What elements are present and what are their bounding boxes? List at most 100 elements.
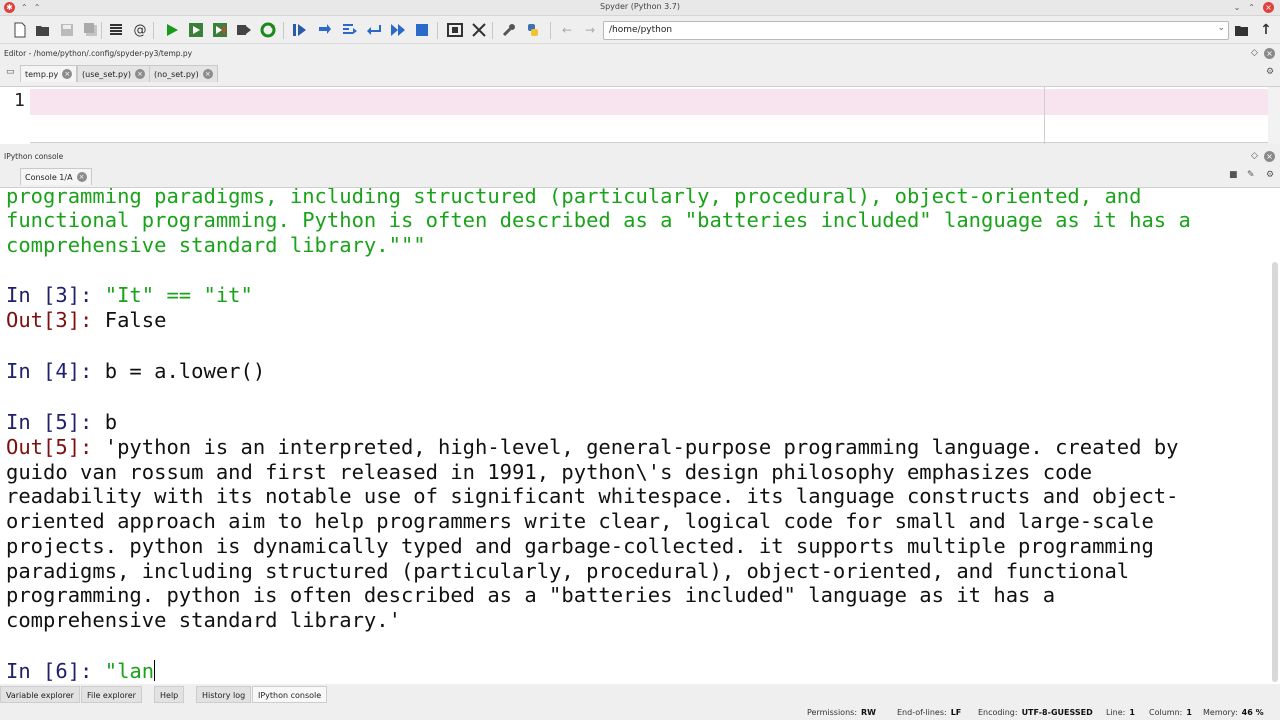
console-tab-bar: Console 1/A × ■ ✎ ⚙ <box>0 167 1280 186</box>
status-value: LF <box>950 708 962 717</box>
in-prompt: In [4]: <box>6 359 105 383</box>
close-window-icon[interactable]: × <box>1263 2 1274 13</box>
tab-history-log[interactable]: History log <box>196 686 252 703</box>
editor-header-title: Editor - /home/python/.config/spyder-py3… <box>4 49 193 58</box>
in-prompt: In [3]: <box>6 283 105 307</box>
tab-no-set-py[interactable]: (no_set.py) × <box>149 65 218 82</box>
console-pane-header: IPython console ◇ × <box>0 149 1280 164</box>
editor-scrollbar[interactable] <box>1268 87 1280 144</box>
output-value: 'python is an interpreted, high-level, g… <box>104 435 1179 459</box>
status-value: 1 <box>1186 708 1192 717</box>
close-tab-icon[interactable]: × <box>76 172 87 182</box>
tab-label: (no_set.py) <box>154 69 199 79</box>
step-return-icon[interactable] <box>365 21 383 39</box>
new-file-icon[interactable] <box>11 21 29 39</box>
maximize-icon[interactable]: ⌃ <box>1248 2 1255 13</box>
run-cell-icon[interactable] <box>187 21 205 39</box>
close-tab-icon[interactable]: × <box>62 69 73 79</box>
stop-kernel-icon[interactable]: ■ <box>1229 170 1238 180</box>
maximize-pane-icon[interactable] <box>446 21 464 39</box>
close-tab-icon[interactable]: × <box>134 69 145 79</box>
stop-debug-icon[interactable] <box>413 21 431 39</box>
close-tab-icon[interactable]: × <box>202 69 213 79</box>
tab-ipython-console[interactable]: IPython console <box>252 686 328 703</box>
debug-icon[interactable] <box>291 21 309 39</box>
current-line-highlight <box>30 89 1268 115</box>
run-icon[interactable] <box>163 21 181 39</box>
fullscreen-icon[interactable] <box>470 21 488 39</box>
at-symbol-icon[interactable]: @ <box>131 21 149 39</box>
parent-directory-icon[interactable]: ↑ <box>1257 21 1275 39</box>
in-prompt: In [5]: <box>6 410 105 434</box>
chevron-down-icon[interactable]: ⌄ <box>1217 23 1225 33</box>
minimize-icon[interactable]: ⌄ <box>1234 2 1241 13</box>
run-cell-advance-icon[interactable] <box>211 21 229 39</box>
step-icon[interactable] <box>316 21 334 39</box>
input-code[interactable]: "lan <box>105 659 154 683</box>
tab-file-explorer[interactable]: File explorer <box>81 686 142 703</box>
console-options-gear-icon[interactable]: ⚙ <box>1266 170 1274 180</box>
status-value: 1 <box>1129 708 1135 717</box>
in-prompt: In [6]: <box>6 659 105 683</box>
undock-icon[interactable]: ◇ <box>1251 151 1258 161</box>
console-line: functional programming. Python is often … <box>6 208 1191 232</box>
editor-pane-header: Editor - /home/python/.config/spyder-py3… <box>0 46 1280 61</box>
output-line: projects. python is dynamically typed an… <box>6 534 1154 558</box>
input-line[interactable]: In [6]: "lan <box>6 659 156 684</box>
working-directory-value: /home/python <box>609 25 673 35</box>
working-directory-combo[interactable]: /home/python ⌄ <box>603 21 1229 40</box>
output-line: comprehensive standard library.' <box>6 608 401 632</box>
status-label: Encoding: <box>978 708 1018 717</box>
line-number-gutter: 1 <box>0 87 30 144</box>
undock-icon[interactable]: ◇ <box>1251 48 1258 58</box>
input-line: In [3]: "It" == "it" <box>6 283 253 308</box>
status-label: Permissions: <box>807 708 858 717</box>
tab-help[interactable]: Help <box>154 686 185 703</box>
forward-arrow-icon[interactable]: → <box>581 21 599 39</box>
back-arrow-icon[interactable]: ← <box>558 21 576 39</box>
status-encoding: Encoding: UTF-8-GUESSED <box>978 708 1093 717</box>
clear-console-icon[interactable]: ✎ <box>1247 170 1255 180</box>
output-line: oriented approach aim to help programmer… <box>6 509 1154 533</box>
status-label: Line: <box>1106 708 1126 717</box>
output-line: Out[3]: False <box>6 308 166 333</box>
close-pane-icon[interactable]: × <box>1264 48 1275 59</box>
tab-use-set-py[interactable]: (use_set.py) × <box>77 65 150 82</box>
close-pane-icon[interactable]: × <box>1264 151 1275 162</box>
file-list-icon[interactable] <box>107 21 125 39</box>
input-line: In [5]: b <box>6 410 117 435</box>
save-file-icon[interactable] <box>58 21 76 39</box>
status-value: 46 % <box>1241 708 1264 717</box>
tab-temp-py[interactable]: temp.py × <box>20 65 78 82</box>
editor-options-gear-icon[interactable]: ⚙ <box>1266 67 1274 77</box>
tab-variable-explorer[interactable]: Variable explorer <box>0 686 80 703</box>
window-titlebar: ✱ ⌃ ⌃ Spyder (Python 3.7) ⌄ ⌃ × <box>0 0 1280 16</box>
rerun-icon[interactable] <box>259 21 277 39</box>
tab-console-1a[interactable]: Console 1/A × <box>20 168 92 185</box>
step-into-icon[interactable] <box>341 21 359 39</box>
console-scrollbar[interactable] <box>1272 262 1278 682</box>
window-title: Spyder (Python 3.7) <box>600 2 680 11</box>
titlebar-right-controls: ⌄ ⌃ × <box>1234 2 1274 13</box>
edge-line <box>1044 87 1045 144</box>
python-path-icon[interactable] <box>524 21 542 39</box>
console-header-title: IPython console <box>4 152 64 161</box>
status-memory: Memory: 46 % <box>1203 708 1264 717</box>
save-all-icon[interactable] <box>82 21 100 39</box>
console-line: programming paradigms, including structu… <box>6 187 1142 208</box>
open-file-icon[interactable] <box>34 21 52 39</box>
status-column: Column: 1 <box>1149 708 1192 717</box>
output-line: Out[5]: 'python is an interpreted, high-… <box>6 435 1179 460</box>
input-code: "It" == "it" <box>104 283 253 307</box>
text-cursor <box>154 660 156 681</box>
tab-label: Console 1/A <box>25 172 73 182</box>
code-editor[interactable]: 1 <box>0 86 1280 144</box>
ipython-console[interactable]: programming paradigms, including structu… <box>0 187 1280 684</box>
continue-icon[interactable] <box>389 21 407 39</box>
preferences-wrench-icon[interactable] <box>500 21 518 39</box>
run-selection-icon[interactable] <box>235 21 253 39</box>
bottom-pane-tabs: Variable explorer File explorer Help His… <box>0 685 1280 704</box>
browse-folder-icon[interactable] <box>1233 21 1251 39</box>
browse-tabs-folder-icon[interactable]: ▭ <box>6 67 15 77</box>
main-toolbar: @ ← → /home/python ⌄ ↑ <box>0 17 1280 44</box>
